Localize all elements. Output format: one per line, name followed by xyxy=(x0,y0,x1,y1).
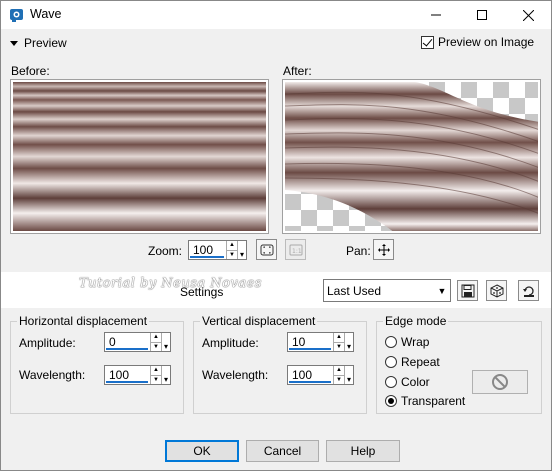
zoom-fit-button[interactable] xyxy=(256,239,277,260)
help-button[interactable]: Help xyxy=(326,440,400,462)
horizontal-amplitude-spin[interactable]: ▲ ▼ xyxy=(150,333,161,351)
close-icon xyxy=(522,9,534,21)
spin-down-icon[interactable]: ▼ xyxy=(151,374,161,385)
horizontal-amplitude-slider-toggle[interactable]: ▾ xyxy=(161,333,170,351)
zoom-value: 100 xyxy=(193,243,214,257)
vertical-amplitude-label: Amplitude: xyxy=(202,336,259,350)
settings-label: Settings xyxy=(180,285,224,299)
maximize-button[interactable] xyxy=(459,1,505,29)
window-title: Wave xyxy=(30,7,62,21)
close-button[interactable] xyxy=(505,1,551,29)
preset-select[interactable]: Last Used ▼ xyxy=(323,279,451,302)
no-color-icon xyxy=(492,374,508,390)
horizontal-wavelength-slider-toggle[interactable]: ▾ xyxy=(161,366,170,384)
before-label: Before: xyxy=(11,64,50,78)
checkbox-checked-icon xyxy=(421,35,434,49)
spin-up-icon[interactable]: ▲ xyxy=(151,366,161,375)
spin-down-icon[interactable]: ▼ xyxy=(334,374,344,385)
watermark-text: Tutorial by Neusa Novaes xyxy=(79,276,262,291)
zoom-spin-arrows[interactable]: ▲ ▼ xyxy=(226,241,237,259)
vertical-wavelength-label: Wavelength: xyxy=(202,368,269,382)
horizontal-wavelength-value: 100 xyxy=(109,368,130,382)
chevron-down-icon: ▼ xyxy=(437,285,447,296)
before-preview xyxy=(10,79,269,234)
vertical-wavelength-input[interactable]: 100 ▲ ▼ ▾ xyxy=(287,365,354,385)
after-label: After: xyxy=(283,64,312,78)
save-icon xyxy=(461,284,474,297)
preview-on-image-checkbox[interactable]: Preview on Image xyxy=(421,35,534,49)
app-icon xyxy=(10,9,23,22)
spin-down-icon[interactable]: ▼ xyxy=(151,341,161,352)
vertical-amplitude-spin[interactable]: ▲ ▼ xyxy=(333,333,344,351)
edge-mode-wrap[interactable]: Wrap xyxy=(385,335,429,349)
edge-mode-transparent-label: Transparent xyxy=(401,394,466,408)
spin-down-icon[interactable]: ▼ xyxy=(334,341,344,352)
pan-button[interactable] xyxy=(373,239,394,260)
horizontal-amplitude-input[interactable]: 0 ▲ ▼ ▾ xyxy=(104,332,171,352)
radio-icon xyxy=(385,356,397,368)
edge-mode-color-label: Color xyxy=(401,375,430,389)
horizontal-amplitude-value: 0 xyxy=(109,335,116,349)
horizontal-amplitude-label: Amplitude: xyxy=(19,336,76,350)
collapse-triangle-icon xyxy=(10,40,18,46)
minimize-icon xyxy=(431,14,441,16)
wave-result-image xyxy=(285,82,538,231)
zoom-actual-size-button[interactable]: 1:1 xyxy=(285,239,306,260)
edge-mode-repeat-label: Repeat xyxy=(401,355,440,369)
edge-mode-color[interactable]: Color xyxy=(385,375,430,389)
minimize-button[interactable] xyxy=(413,1,459,29)
horizontal-wavelength-input[interactable]: 100 ▲ ▼ ▾ xyxy=(104,365,171,385)
spin-up-icon[interactable]: ▲ xyxy=(334,333,344,342)
zoom-label: Zoom: xyxy=(148,244,183,258)
move-arrows-icon xyxy=(377,243,390,256)
randomize-button[interactable] xyxy=(486,280,507,301)
edge-mode-title: Edge mode xyxy=(383,314,449,328)
pan-label: Pan: xyxy=(346,244,371,258)
vertical-displacement-title: Vertical displacement xyxy=(200,314,318,328)
radio-icon xyxy=(385,376,397,388)
radio-icon xyxy=(385,336,397,348)
vertical-wavelength-slider-toggle[interactable]: ▾ xyxy=(344,366,353,384)
after-image xyxy=(285,82,538,231)
title-bar: Wave xyxy=(1,1,551,29)
horizontal-displacement-title: Horizontal displacement xyxy=(17,314,150,328)
spin-down-icon[interactable]: ▼ xyxy=(227,249,237,260)
zoom-slider-toggle[interactable]: ▾ xyxy=(237,241,246,259)
zoom-input[interactable]: 100 ▲ ▼ ▾ xyxy=(188,240,247,260)
spin-up-icon[interactable]: ▲ xyxy=(151,333,161,342)
reset-icon xyxy=(522,285,534,297)
edge-mode-transparent[interactable]: Transparent xyxy=(385,394,465,408)
svg-text:1:1: 1:1 xyxy=(292,248,302,255)
vertical-wavelength-spin[interactable]: ▲ ▼ xyxy=(333,366,344,384)
cancel-button[interactable]: Cancel xyxy=(246,440,319,462)
maximize-icon xyxy=(477,10,487,20)
horizontal-wavelength-spin[interactable]: ▲ ▼ xyxy=(150,366,161,384)
dice-icon xyxy=(490,283,503,298)
reset-button[interactable] xyxy=(518,280,539,301)
horizontal-wavelength-label: Wavelength: xyxy=(19,368,86,382)
preview-toggle[interactable]: Preview xyxy=(10,36,67,50)
vertical-amplitude-value: 10 xyxy=(292,335,306,349)
spin-up-icon[interactable]: ▲ xyxy=(227,241,237,250)
edge-mode-wrap-label: Wrap xyxy=(401,335,430,349)
spin-up-icon[interactable]: ▲ xyxy=(334,366,344,375)
preview-on-image-label: Preview on Image xyxy=(438,35,535,49)
radio-selected-icon xyxy=(385,395,397,407)
actual-size-icon: 1:1 xyxy=(289,244,302,255)
vertical-amplitude-slider-toggle[interactable]: ▾ xyxy=(344,333,353,351)
edge-mode-repeat[interactable]: Repeat xyxy=(385,355,440,369)
after-preview[interactable] xyxy=(282,79,541,234)
vertical-amplitude-input[interactable]: 10 ▲ ▼ ▾ xyxy=(287,332,354,352)
zoom-fit-icon xyxy=(260,244,273,255)
preview-toggle-label: Preview xyxy=(24,36,67,50)
wave-dialog: Wave Preview Preview on Image Before: Af… xyxy=(0,0,552,471)
ok-button[interactable]: OK xyxy=(165,440,239,462)
preset-value: Last Used xyxy=(327,283,382,298)
edge-color-swatch[interactable] xyxy=(472,370,528,394)
save-preset-button[interactable] xyxy=(457,280,478,301)
vertical-wavelength-value: 100 xyxy=(292,368,313,382)
before-image xyxy=(13,82,266,231)
